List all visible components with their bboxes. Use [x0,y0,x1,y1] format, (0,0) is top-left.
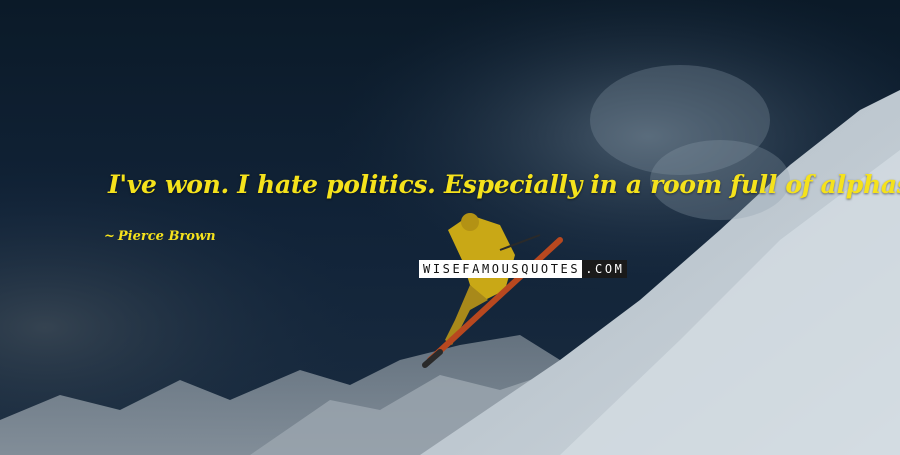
author-name: Pierce Brown [117,229,216,244]
skier-background-image [0,0,900,455]
quote-text: I've won. I hate politics. Especially in… [108,170,900,199]
quote-author: ~ Pierce Brown [104,229,216,244]
author-dash: ~ [104,229,115,244]
watermark-dark-part: .COM [582,260,627,278]
watermark-logo: WISEFAMOUSQUOTES .COM [419,260,627,278]
watermark-light-part: WISEFAMOUSQUOTES [419,260,583,278]
quote-card: I've won. I hate politics. Especially in… [0,0,900,455]
